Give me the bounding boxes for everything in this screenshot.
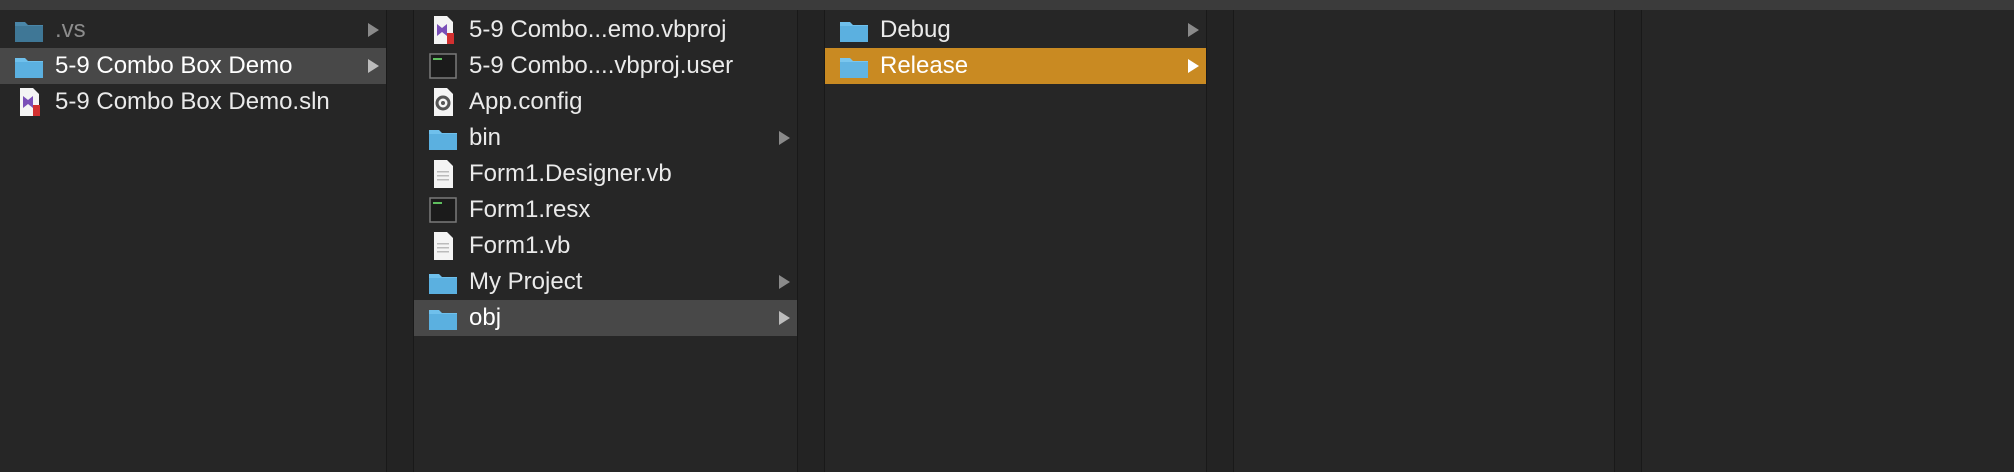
column-4[interactable] xyxy=(1234,10,1614,472)
row-app-config-file[interactable]: App.config xyxy=(414,84,797,120)
chevron-right-icon xyxy=(777,310,791,326)
column-divider[interactable] xyxy=(797,10,825,472)
row-label: Debug xyxy=(880,16,951,43)
text-file-icon xyxy=(428,159,458,189)
row-label: Release xyxy=(880,52,969,79)
row-label: 5-9 Combo....vbproj.user xyxy=(469,52,734,79)
row-label: obj xyxy=(469,304,502,331)
row-release-folder[interactable]: Release xyxy=(825,48,1206,84)
row-solution-file[interactable]: 5-9 Combo Box Demo.sln xyxy=(0,84,386,120)
row-label: Form1.vb xyxy=(469,232,571,259)
column-divider[interactable] xyxy=(386,10,414,472)
chevron-right-icon xyxy=(1186,58,1200,74)
chevron-right-icon xyxy=(366,58,380,74)
row-label: 5-9 Combo Box Demo.sln xyxy=(55,88,330,115)
column-divider[interactable] xyxy=(1614,10,1642,472)
row-label: bin xyxy=(469,124,502,151)
chevron-right-icon xyxy=(366,22,380,38)
row-label: App.config xyxy=(469,88,583,115)
folder-icon xyxy=(428,123,458,153)
text-file-icon xyxy=(428,231,458,261)
row-label: 5-9 Combo...emo.vbproj xyxy=(469,16,727,43)
column-divider[interactable] xyxy=(1206,10,1234,472)
chevron-right-icon xyxy=(1186,22,1200,38)
folder-icon xyxy=(14,15,44,45)
folder-icon xyxy=(839,15,869,45)
row-vbproj-file[interactable]: 5-9 Combo...emo.vbproj xyxy=(414,12,797,48)
row-vbproj-user-file[interactable]: 5-9 Combo....vbproj.user xyxy=(414,48,797,84)
chevron-right-icon xyxy=(777,130,791,146)
row-bin-folder[interactable]: bin xyxy=(414,120,797,156)
terminal-file-icon xyxy=(428,51,458,81)
row-label: Form1.resx xyxy=(469,196,591,223)
folder-icon xyxy=(428,303,458,333)
row-label: 5-9 Combo Box Demo xyxy=(55,52,293,79)
folder-icon xyxy=(428,267,458,297)
row-label: Form1.Designer.vb xyxy=(469,160,672,187)
row-vs-folder[interactable]: .vs xyxy=(0,12,386,48)
row-form1-designer-file[interactable]: Form1.Designer.vb xyxy=(414,156,797,192)
terminal-file-icon xyxy=(428,195,458,225)
row-debug-folder[interactable]: Debug xyxy=(825,12,1206,48)
column-1[interactable]: .vs 5-9 Combo Box Demo 5-9 Combo Box Dem… xyxy=(0,10,386,472)
column-5[interactable] xyxy=(1642,10,2014,472)
chevron-right-icon xyxy=(777,274,791,290)
folder-icon xyxy=(14,51,44,81)
row-obj-folder[interactable]: obj xyxy=(414,300,797,336)
finder-column-browser: .vs 5-9 Combo Box Demo 5-9 Combo Box Dem… xyxy=(0,10,2014,472)
visual-studio-solution-icon xyxy=(14,87,44,117)
visual-studio-project-icon xyxy=(428,15,458,45)
folder-icon xyxy=(839,51,869,81)
column-2[interactable]: 5-9 Combo...emo.vbproj 5-9 Combo....vbpr… xyxy=(414,10,797,472)
row-form1-resx-file[interactable]: Form1.resx xyxy=(414,192,797,228)
row-my-project-folder[interactable]: My Project xyxy=(414,264,797,300)
column-3[interactable]: Debug Release xyxy=(825,10,1206,472)
config-gear-icon xyxy=(428,87,458,117)
row-form1-vb-file[interactable]: Form1.vb xyxy=(414,228,797,264)
row-label: .vs xyxy=(55,16,86,43)
row-combo-box-demo-folder[interactable]: 5-9 Combo Box Demo xyxy=(0,48,386,84)
row-label: My Project xyxy=(469,268,583,295)
